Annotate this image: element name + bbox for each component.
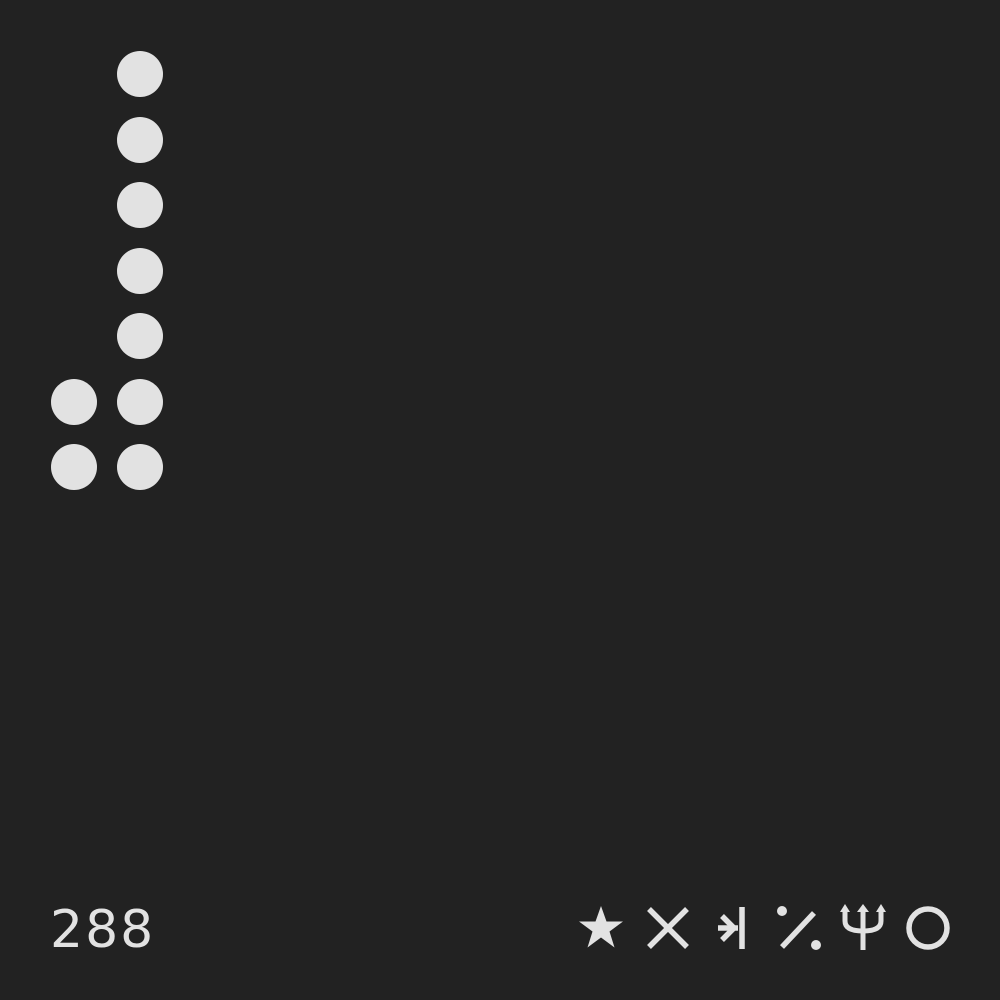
cross-icon bbox=[643, 903, 693, 953]
trident-icon bbox=[838, 903, 888, 953]
star-icon bbox=[576, 903, 626, 953]
arrow-to-bar-icon bbox=[710, 903, 760, 953]
dot bbox=[117, 182, 163, 228]
dot bbox=[117, 378, 163, 425]
dot bbox=[51, 378, 97, 425]
dot bbox=[117, 51, 163, 97]
dot bbox=[117, 444, 163, 490]
dot bbox=[51, 444, 97, 490]
dot bbox=[117, 313, 163, 359]
percent-slash-icon bbox=[774, 903, 824, 953]
dot-grid bbox=[0, 0, 1000, 1000]
artwork-canvas: 288 bbox=[0, 0, 1000, 1000]
edition-number: 288 bbox=[50, 900, 156, 960]
dot bbox=[117, 247, 163, 294]
dot bbox=[117, 116, 163, 163]
circle-icon bbox=[903, 903, 953, 953]
